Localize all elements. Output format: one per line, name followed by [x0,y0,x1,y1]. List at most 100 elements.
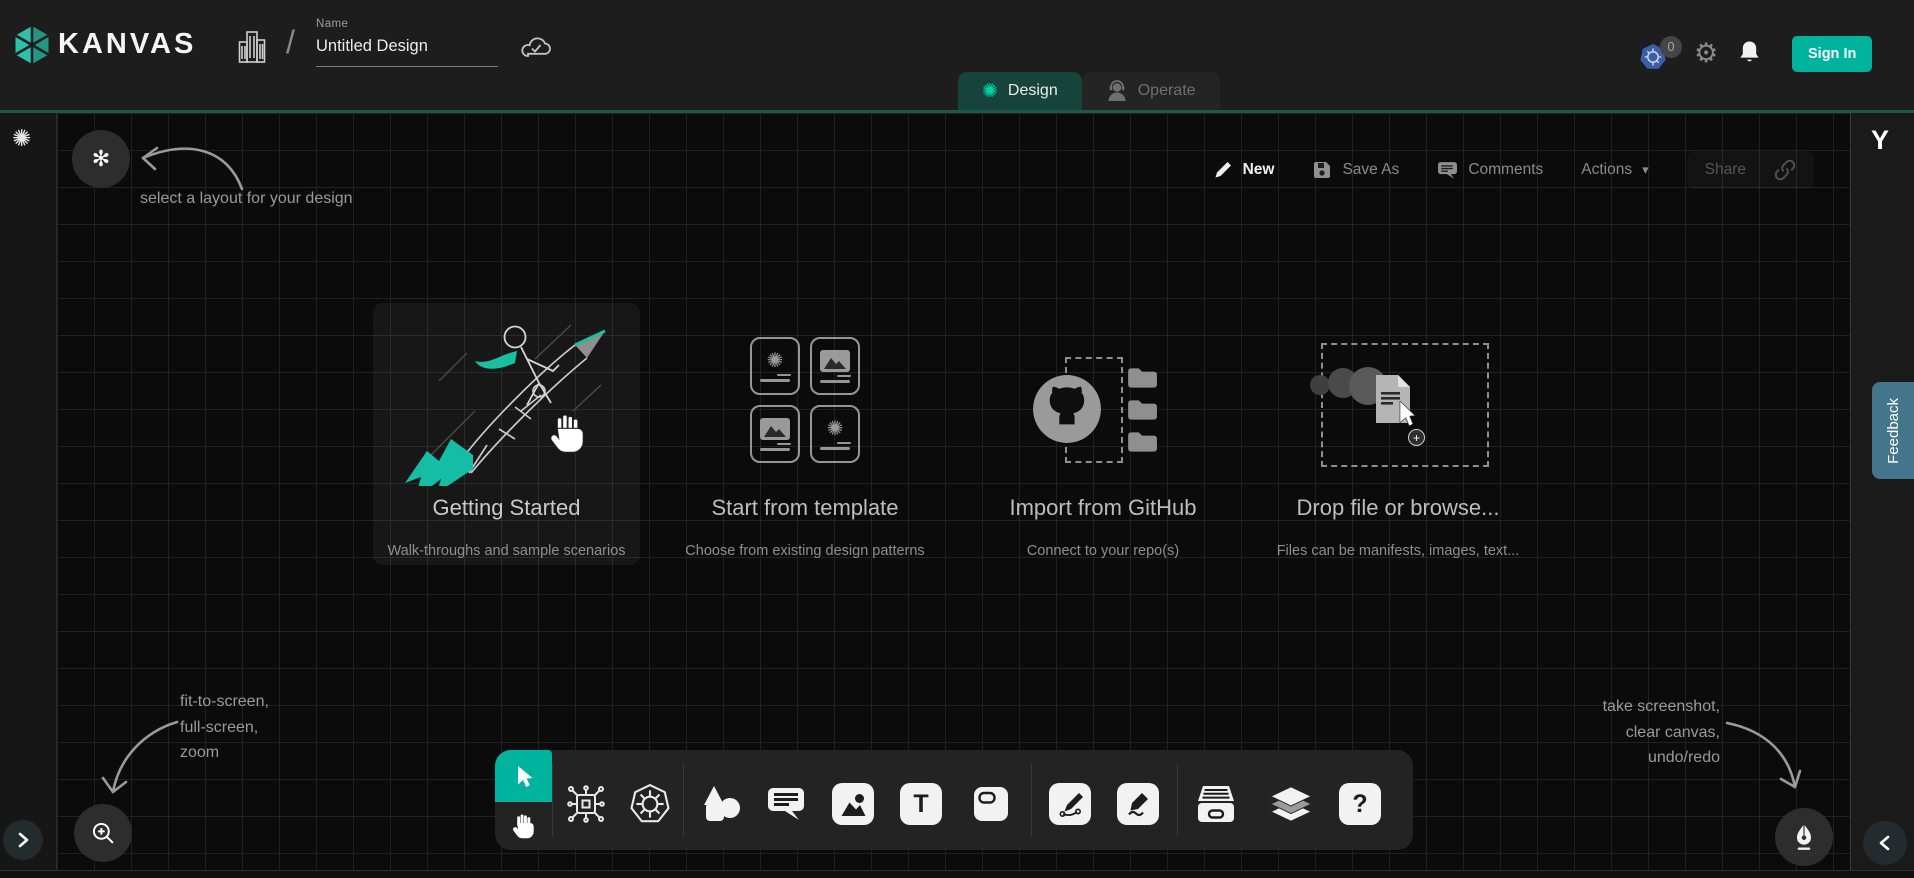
new-button[interactable]: New [1213,160,1275,180]
drawer-icon [1194,784,1238,824]
tool-divider [552,764,553,836]
organization-icon[interactable] [236,29,268,65]
floppy-disk-icon [1312,160,1332,180]
template-thumb-pinwheel: ✺ [750,337,800,395]
zoom-controls-button[interactable] [74,804,132,862]
cursor-arrow-icon [511,763,537,789]
settings-gear-icon[interactable]: ⚙ [1694,38,1718,68]
feedback-tab[interactable]: Feedback [1872,382,1914,479]
brand-name: KANVAS [58,28,196,61]
tool-divider [1177,764,1178,836]
image-icon [820,350,850,372]
tool-divider [1031,764,1032,836]
bottom-edge-strip [0,870,1914,878]
card-subtitle: Files can be manifests, images, text... [1267,543,1529,559]
kubernetes-context-switcher[interactable]: 0 [1638,36,1686,74]
arrow-cursor-icon [1395,401,1419,427]
expand-left-panel-button[interactable] [3,820,43,860]
tool-select-cursor[interactable] [495,750,552,802]
pinwheel-icon: ✺ [767,351,784,371]
add-plus-badge: + [1408,429,1425,446]
tool-pan-hand[interactable] [495,802,552,850]
right-rail: Y Feedback [1850,113,1914,870]
design-name-input[interactable] [316,30,498,67]
chevron-right-icon [16,832,30,848]
card-title: Drop file or browse... [1267,495,1529,521]
design-pinwheel-icon: ✺ [982,80,998,103]
tool-archive-drawer[interactable] [1194,782,1238,826]
canvas-action-toolbar: New Save As Comments Actions ▾ [1213,151,1814,189]
pencil-icon [1213,160,1233,180]
tool-image[interactable] [832,783,874,825]
chevron-down-icon: ▾ [1642,162,1649,178]
tool-text[interactable]: T [900,783,942,825]
operator-headset-icon [1106,80,1128,102]
context-count-badge: 0 [1660,36,1682,58]
collapse-right-panel-button[interactable] [1863,821,1907,865]
template-thumb-image [810,337,860,395]
share-button[interactable]: Share [1687,151,1814,189]
design-canvas[interactable]: ✻ select a layout for your design New Sa… [57,113,1850,870]
card-subtitle: Choose from existing design patterns [675,543,935,559]
tool-kubernetes[interactable] [628,782,672,826]
template-thumb-pinwheel: ✺ [810,405,860,463]
feedback-label: Feedback [1885,398,1902,464]
card-start-from-template[interactable]: ✺ ✺ Start from template Choose from exis… [675,303,935,565]
pinwheel-icon: ✺ [827,419,844,439]
card-getting-started[interactable]: Getting Started Walk-throughs and sample… [373,303,640,565]
notifications-bell-icon[interactable] [1737,40,1762,67]
pen-path-icon [1057,791,1084,818]
save-as-button[interactable]: Save As [1312,160,1399,180]
tab-design[interactable]: ✺ Design [958,72,1082,110]
image-icon [840,791,867,818]
link-icon [1774,159,1796,181]
comments-button[interactable]: Comments [1437,161,1543,180]
tool-note[interactable] [969,782,1013,826]
tool-divider [683,764,684,836]
canvas-utilities-button[interactable] [1775,808,1833,866]
tab-design-label: Design [1008,82,1058,100]
cloud-sync-icon[interactable] [519,34,553,62]
tool-pen-path[interactable] [1049,783,1091,825]
meshery-pinwheel-icon[interactable]: ✺ [12,125,31,152]
tab-operate[interactable]: Operate [1082,72,1220,110]
app-header: KANVAS / Name ✺ Design [0,0,1914,110]
card-title: Getting Started [373,495,640,521]
card-drop-file[interactable]: + Drop file or browse... Files can be ma… [1267,303,1529,565]
sign-in-button[interactable]: Sign In [1792,36,1872,72]
screenshot-hint-text: take screenshot,clear canvas,undo/redo [1552,694,1720,771]
card-subtitle: Connect to your repo(s) [973,543,1233,559]
tool-freehand-draw[interactable] [1117,783,1159,825]
mode-tabs: ✺ Design Operate [958,72,1220,110]
repo-folder-icon [1126,398,1158,422]
layout-selector-button[interactable]: ✻ [72,130,130,188]
help-glyph: ? [1352,790,1367,819]
template-thumb-image [750,405,800,463]
hand-cursor-icon [548,411,588,455]
note-icon [971,784,1011,824]
pencil-scribble-icon [1125,791,1152,818]
card-title: Start from template [675,495,935,521]
layout-hint-arrow [127,131,247,193]
tool-shapes[interactable] [699,782,743,826]
layers-stack-icon [1269,783,1313,825]
hand-icon [511,812,537,840]
kanvas-logo-icon[interactable] [13,24,51,66]
tool-comment[interactable] [764,782,808,826]
rocket-illustration [387,311,627,486]
card-import-from-github[interactable]: Import from GitHub Connect to your repo(… [973,303,1233,565]
layout-flower-icon: ✻ [92,146,110,172]
breadcrumb-separator: / [286,24,295,61]
card-subtitle: Walk-throughs and sample scenarios [373,543,640,559]
tool-help[interactable]: ? [1339,783,1381,825]
actions-dropdown[interactable]: Actions ▾ [1581,161,1648,179]
chevron-left-icon [1878,835,1892,851]
left-rail: ✺ [0,113,57,870]
tool-layers[interactable] [1269,782,1313,826]
zoom-hint-text: fit-to-screen,full-screen,zoom [180,689,269,766]
helm-wheel-icon [629,783,671,825]
layer5-y-logo[interactable]: Y [1871,125,1889,156]
template-thumbnails: ✺ ✺ [750,337,860,463]
tool-component[interactable] [564,782,608,826]
zoom-hint-arrow [99,708,184,803]
